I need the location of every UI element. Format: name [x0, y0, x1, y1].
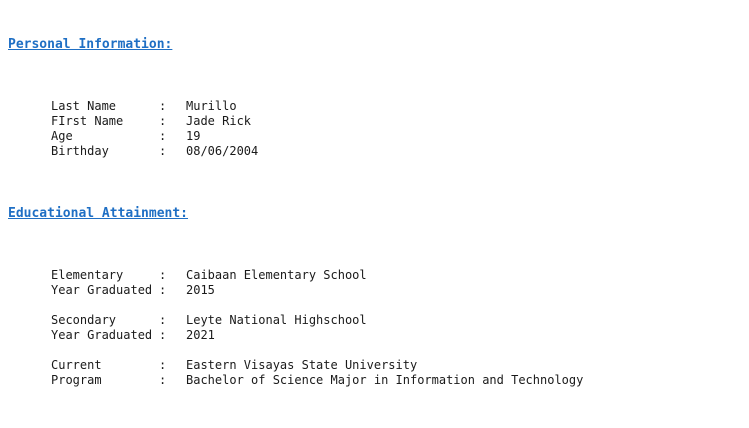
- last-name-label: Last Name: [51, 99, 117, 113]
- personal-information-block: Last Name : Murillo FIrst Name : Jade Ri…: [51, 99, 258, 159]
- secondary-value: Leyte National Highschool: [186, 313, 367, 327]
- program-row: Program : Bachelor of Science Major in I…: [51, 373, 583, 388]
- first-name-row: FIrst Name : Jade Rick: [51, 114, 251, 129]
- secondary-year-row: Year Graduated : 2021: [51, 328, 215, 343]
- separator: :: [159, 268, 167, 282]
- age-row: Age : 19: [51, 129, 200, 144]
- age-label: Age: [51, 129, 73, 143]
- elementary-row: Elementary : Caibaan Elementary School: [51, 268, 367, 283]
- separator: :: [159, 114, 167, 128]
- year-graduated-label: Year Graduated: [51, 328, 153, 342]
- program-label: Program: [51, 373, 102, 387]
- birthday-label: Birthday: [51, 144, 109, 158]
- separator: :: [159, 328, 167, 342]
- birthday-value: 08/06/2004: [186, 144, 259, 158]
- educational-attainment-block: Elementary : Caibaan Elementary School Y…: [51, 268, 583, 388]
- current-row: Current : Eastern Visayas State Universi…: [51, 358, 417, 373]
- elementary-value: Caibaan Elementary School: [186, 268, 367, 282]
- secondary-year-value: 2021: [186, 328, 215, 342]
- separator: :: [159, 99, 167, 113]
- separator: :: [159, 373, 167, 387]
- first-name-value: Jade Rick: [186, 114, 252, 128]
- separator: :: [159, 129, 167, 143]
- current-label: Current: [51, 358, 102, 372]
- current-value: Eastern Visayas State University: [186, 358, 418, 372]
- elementary-year-value: 2015: [186, 283, 215, 297]
- separator: :: [159, 313, 167, 327]
- personal-information-heading[interactable]: Personal Information:: [8, 37, 172, 53]
- separator: :: [159, 144, 167, 158]
- year-graduated-label: Year Graduated: [51, 283, 153, 297]
- last-name-value: Murillo: [186, 99, 237, 113]
- separator: :: [159, 358, 167, 372]
- elementary-year-row: Year Graduated : 2015: [51, 283, 215, 298]
- program-value: Bachelor of Science Major in Information…: [186, 373, 584, 387]
- secondary-row: Secondary : Leyte National Highschool: [51, 313, 367, 328]
- elementary-label: Elementary: [51, 268, 124, 282]
- birthday-row: Birthday : 08/06/2004: [51, 144, 258, 159]
- age-value: 19: [186, 129, 201, 143]
- last-name-row: Last Name : Murillo: [51, 99, 237, 114]
- secondary-label: Secondary: [51, 313, 117, 327]
- separator: :: [159, 283, 167, 297]
- first-name-label: FIrst Name: [51, 114, 124, 128]
- educational-attainment-heading[interactable]: Educational Attainment:: [8, 206, 188, 222]
